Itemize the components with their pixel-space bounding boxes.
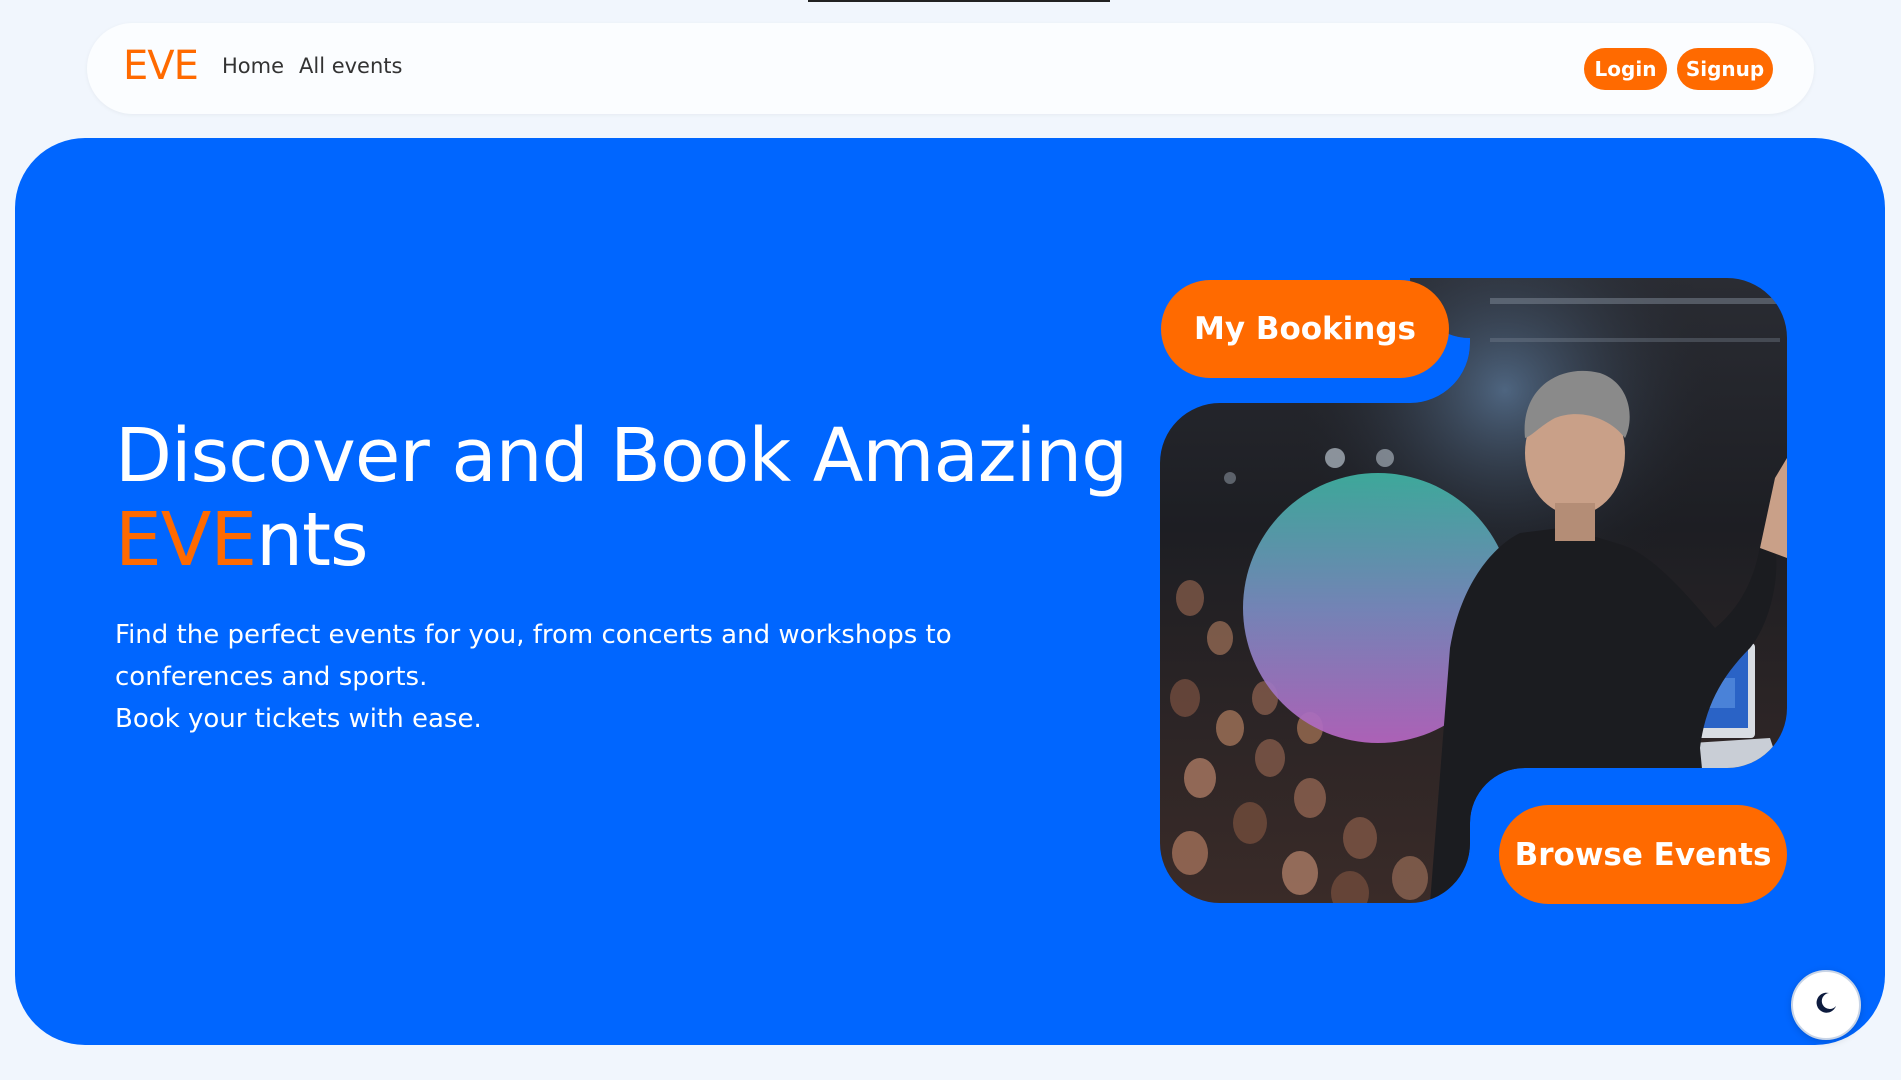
hero-title: Discover and Book Amazing EVEnts xyxy=(115,413,1128,583)
hero-title-line1: Discover and Book Amazing xyxy=(115,413,1128,499)
navbar: EVE Home All events Login Signup xyxy=(87,23,1814,114)
top-window-line xyxy=(808,0,1110,2)
hero-section: Discover and Book Amazing EVEnts Find the… xyxy=(15,138,1885,1045)
nav-link-all-events[interactable]: All events xyxy=(299,54,402,78)
hero-title-accent: EVE xyxy=(115,497,257,583)
hero-description-line2: conferences and sports. xyxy=(115,662,428,692)
signup-button[interactable]: Signup xyxy=(1677,48,1773,90)
hero-description: Find the perfect events for you, from co… xyxy=(115,614,975,740)
my-bookings-button[interactable]: My Bookings xyxy=(1161,280,1449,378)
hero-title-rest: nts xyxy=(256,497,368,583)
hero-description-line1: Find the perfect events for you, from co… xyxy=(115,620,952,650)
hero-description-line3: Book your tickets with ease. xyxy=(115,704,482,734)
browse-events-button[interactable]: Browse Events xyxy=(1499,805,1787,904)
login-button[interactable]: Login xyxy=(1584,48,1667,90)
logo[interactable]: EVE xyxy=(123,43,199,89)
nav-link-home[interactable]: Home xyxy=(222,54,284,78)
moon-icon xyxy=(1814,991,1838,1019)
theme-toggle-button[interactable] xyxy=(1791,970,1861,1040)
